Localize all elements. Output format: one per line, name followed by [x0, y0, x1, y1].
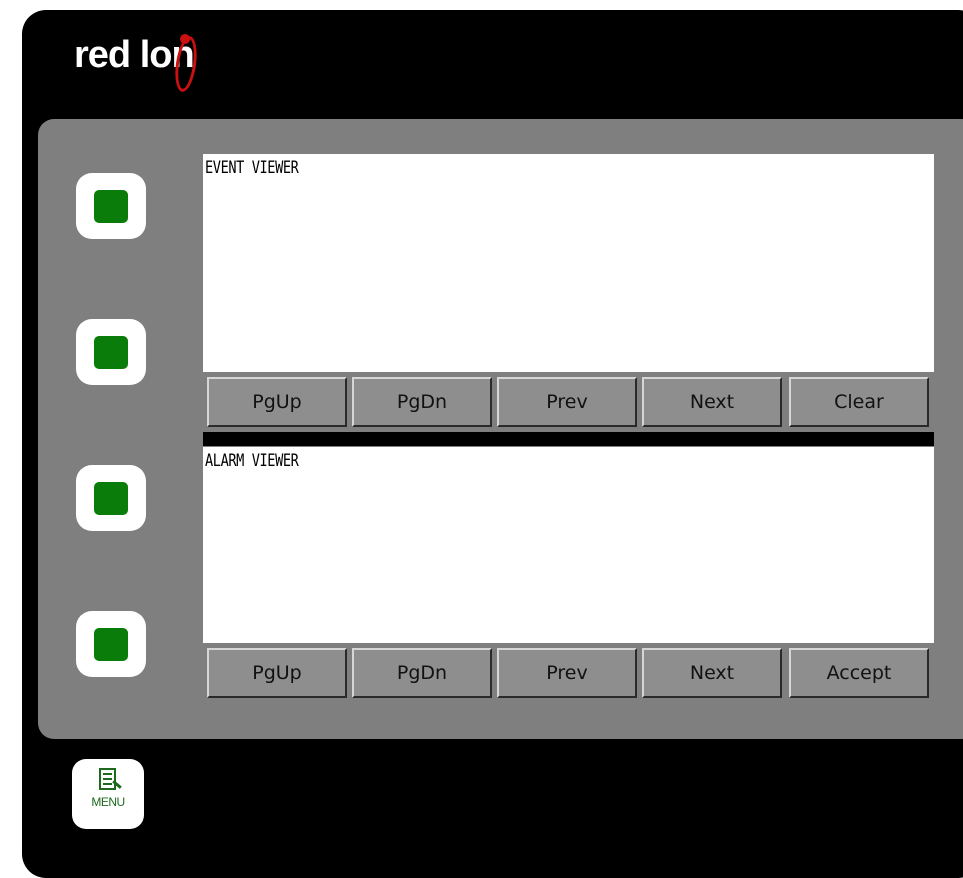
event-next-button[interactable]: Next [642, 377, 782, 427]
red-lion-logo: red lon [74, 30, 200, 94]
alarm-viewer-button-row: PgUp PgDn Prev Next Accept [203, 645, 934, 703]
alarm-viewer-panel[interactable]: ALARM VIEWER [203, 447, 934, 643]
led-indicator-icon [94, 336, 128, 369]
event-viewer-title: EVENT VIEWER [205, 158, 299, 178]
alarm-next-button[interactable]: Next [642, 648, 782, 698]
led-indicator-icon [94, 482, 128, 515]
alarm-prev-button[interactable]: Prev [497, 648, 637, 698]
event-clear-button[interactable]: Clear [789, 377, 929, 427]
event-viewer-button-row: PgUp PgDn Prev Next Clear [203, 374, 934, 432]
alarm-accept-button[interactable]: Accept [789, 648, 929, 698]
event-pgup-button[interactable]: PgUp [207, 377, 347, 427]
viewer-divider [203, 432, 934, 446]
softkey-1[interactable] [76, 173, 146, 239]
alarm-viewer-title: ALARM VIEWER [205, 451, 299, 471]
softkey-4[interactable] [76, 611, 146, 677]
menu-label: MENU [91, 795, 125, 809]
event-viewer-panel[interactable]: EVENT VIEWER [203, 154, 934, 372]
logo-dot-icon [180, 34, 190, 44]
alarm-pgdn-button[interactable]: PgDn [352, 648, 492, 698]
softkey-2[interactable] [76, 319, 146, 385]
logo-text-left: red l [74, 34, 150, 76]
event-pgdn-button[interactable]: PgDn [352, 377, 492, 427]
softkey-3[interactable] [76, 465, 146, 531]
menu-button[interactable]: MENU [72, 759, 144, 829]
alarm-pgup-button[interactable]: PgUp [207, 648, 347, 698]
event-prev-button[interactable]: Prev [497, 377, 637, 427]
led-indicator-icon [94, 628, 128, 661]
led-indicator-icon [94, 190, 128, 223]
